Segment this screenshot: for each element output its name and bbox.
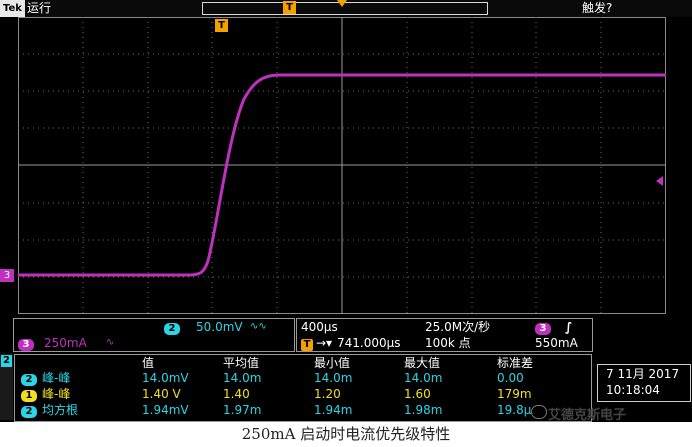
row-stddev: 19.8µ bbox=[497, 403, 532, 417]
header-mean: 平均值 bbox=[223, 356, 260, 370]
ch3-scale: 250mA bbox=[44, 336, 87, 350]
row-mean: 1.97m bbox=[223, 403, 262, 417]
row-min: 14.0m bbox=[314, 371, 353, 385]
channel-settings-panel[interactable]: 2 50.0mV ∿∿ 3 250mA ∿ bbox=[13, 318, 295, 352]
row-stddev: 179m bbox=[497, 387, 532, 401]
row-mean: 1.40 bbox=[223, 387, 250, 401]
ch2-scale: 50.0mV bbox=[196, 320, 243, 334]
ch2-badge: 2 bbox=[164, 323, 180, 335]
row-max: 1.98m bbox=[404, 403, 443, 417]
trigger-delay-arrow-icon: →▾ bbox=[316, 336, 333, 350]
row-max: 14.0m bbox=[404, 371, 443, 385]
watermark: 艾德克斯电子 bbox=[548, 408, 627, 423]
datetime-box: 7 11月 2017 10:18:04 bbox=[597, 364, 691, 402]
header-value: 值 bbox=[142, 356, 155, 370]
ch3-bandwidth-icon: ∿ bbox=[106, 337, 115, 348]
status-bar: Tek 运行 T 触发? bbox=[0, 0, 692, 17]
measurement-side-tab[interactable]: 2 bbox=[1, 355, 12, 367]
trigger-time-marker: T bbox=[215, 19, 228, 32]
header-min: 最小值 bbox=[314, 356, 351, 370]
timebase-value: 400µs bbox=[301, 320, 338, 334]
time-value: 10:18:04 bbox=[606, 383, 660, 397]
row-measurement-name[interactable]: 峰-峰 bbox=[42, 387, 70, 401]
row-value: 14.0mV bbox=[142, 371, 189, 385]
run-state[interactable]: 运行 bbox=[27, 0, 51, 17]
row-measurement-name[interactable]: 峰-峰 bbox=[42, 371, 70, 385]
ch2-bandwidth-icon: ∿∿ bbox=[250, 321, 267, 332]
trigger-position-icon: T bbox=[301, 339, 313, 351]
trigger-slope-icon: ∫ bbox=[565, 320, 573, 334]
header-max: 最大值 bbox=[404, 356, 441, 370]
row-value: 1.40 V bbox=[142, 387, 181, 401]
wechat-icon bbox=[531, 405, 547, 419]
row-min: 1.20 bbox=[314, 387, 341, 401]
trigger-state: 触发? bbox=[582, 1, 613, 15]
center-axes bbox=[18, 17, 666, 314]
trigger-position-marker: T bbox=[283, 1, 296, 14]
row-mean: 14.0m bbox=[223, 371, 262, 385]
row-stddev: 0.00 bbox=[497, 371, 524, 385]
ch3-ground-marker[interactable]: 3 bbox=[0, 269, 14, 282]
figure-caption: 250mA 启动时电流优先级特性 bbox=[241, 425, 451, 443]
row-min: 1.94m bbox=[314, 403, 353, 417]
row-channel-badge: 1 bbox=[21, 390, 37, 402]
oscilloscope-screen: Tek 运行 T 触发? T 3 2 50.0mV ∿∿ 3 250mA ∿ 4… bbox=[0, 0, 692, 422]
settings-row: 2 50.0mV ∿∿ 3 250mA ∿ 400µs 25.0M次/秒 3 ∫… bbox=[0, 318, 692, 352]
header-stddev: 标准差 bbox=[497, 356, 534, 370]
measurement-table: 值 平均值 最小值 最大值 标准差 2 峰-峰 14.0mV 14.0m 14.… bbox=[14, 354, 592, 422]
trigger-level-arrow-icon bbox=[656, 176, 663, 186]
ch3-badge: 3 bbox=[18, 339, 34, 351]
row-channel-badge: 2 bbox=[21, 374, 37, 386]
row-measurement-name[interactable]: 均方根 bbox=[42, 403, 78, 417]
row-max: 1.60 bbox=[404, 387, 431, 401]
sample-rate: 25.0M次/秒 bbox=[425, 320, 491, 334]
row-value: 1.94mV bbox=[142, 403, 189, 417]
graticule bbox=[18, 17, 666, 314]
record-length: 100k 点 bbox=[425, 336, 471, 350]
trigger-position: 741.000µs bbox=[337, 336, 401, 350]
brand-logo: Tek bbox=[0, 0, 25, 17]
trigger-level: 550mA bbox=[535, 336, 578, 350]
trigger-source-badge: 3 bbox=[535, 323, 551, 335]
timebase-panel[interactable]: 400µs 25.0M次/秒 3 ∫ T →▾ 741.000µs 100k 点… bbox=[296, 318, 593, 352]
trigger-point-icon bbox=[337, 0, 347, 7]
row-channel-badge: 2 bbox=[21, 406, 37, 418]
date-value: 7 11月 2017 bbox=[606, 367, 680, 381]
